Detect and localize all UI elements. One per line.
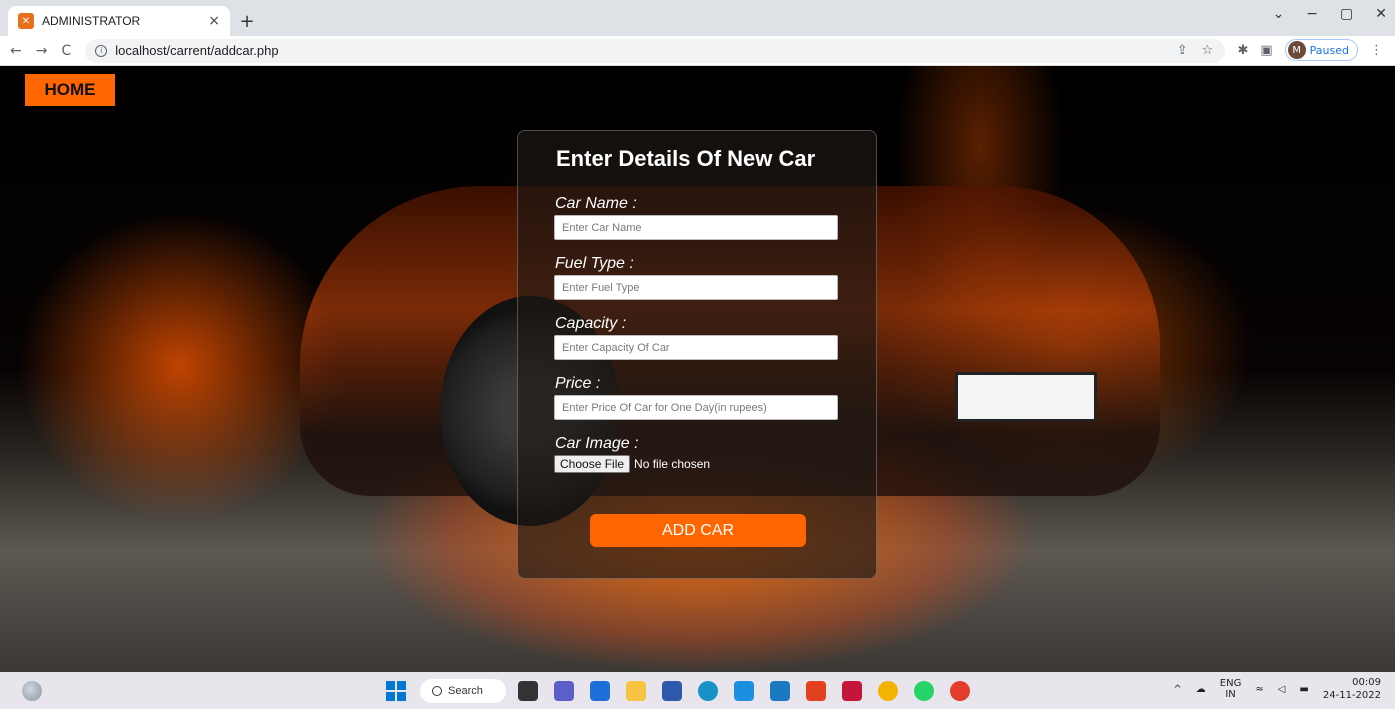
taskview-icon[interactable] [518, 681, 538, 701]
app-icon[interactable] [734, 681, 754, 701]
xampp-icon: ✕ [18, 13, 34, 29]
wifi-icon[interactable]: ≈ [1255, 684, 1263, 695]
capacity-label: Capacity : [555, 315, 627, 332]
url-text[interactable]: localhost/carrent/addcar.php [115, 43, 278, 58]
chrome-profile-icon[interactable] [950, 681, 970, 701]
file-status: No file chosen [634, 457, 711, 471]
browser-tab[interactable]: ✕ ADMINISTRATOR × [8, 6, 230, 36]
chrome-icon[interactable] [878, 681, 898, 701]
close-window-button[interactable]: ✕ [1375, 6, 1387, 22]
license-plate [955, 372, 1097, 422]
edge-icon[interactable] [698, 681, 718, 701]
desktop-icon[interactable] [590, 681, 610, 701]
start-icon[interactable] [386, 681, 406, 701]
extensions-icon[interactable]: ✱ [1237, 43, 1248, 58]
share-icon[interactable]: ⇪ [1177, 43, 1188, 58]
lang-bottom: IN [1225, 689, 1236, 700]
form-title: Enter Details Of New Car [556, 146, 816, 171]
onedrive-icon[interactable]: ☁ [1196, 684, 1206, 695]
profile-button[interactable]: M Paused [1284, 39, 1358, 61]
profile-status: Paused [1309, 43, 1349, 57]
forward-icon[interactable]: → [36, 43, 48, 59]
taskbar-apps [518, 681, 970, 701]
site-info-icon[interactable]: i [95, 44, 108, 57]
clock[interactable]: 00:09 24-11-2022 [1323, 676, 1381, 702]
search-label: Search [448, 685, 483, 697]
store-icon[interactable] [662, 681, 682, 701]
battery-icon[interactable]: ▬ [1299, 684, 1308, 695]
clock-date: 24-11-2022 [1322, 690, 1381, 701]
teams-icon[interactable] [554, 681, 574, 701]
file-input: Choose File No file chosen [554, 455, 710, 473]
system-tray: ^ ☁ ENG IN ≈ ◁ ▬ 00:09 24-11-2022 [1173, 676, 1381, 702]
minimize-button[interactable]: − [1306, 6, 1318, 22]
taskbar: Search ^ ☁ ENG IN ≈ ◁ ▬ 00:09 24-11-2022 [0, 672, 1395, 709]
new-tab-button[interactable]: + [236, 10, 258, 32]
clock-time: 00:09 [1352, 677, 1381, 688]
tray-overflow-icon[interactable]: ^ [1173, 684, 1181, 695]
toolbar-right: ✱ ▣ M Paused ⋮ [1237, 39, 1383, 61]
window-controls: ⌄ − ▢ ✕ [1273, 6, 1387, 22]
reload-icon[interactable]: C [61, 43, 71, 59]
car-name-label: Car Name : [555, 195, 637, 212]
volume-icon[interactable]: ◁ [1278, 684, 1286, 695]
fuel-type-label: Fuel Type : [555, 255, 634, 272]
choose-file-button[interactable]: Choose File [554, 455, 631, 473]
file-explorer-icon[interactable] [626, 681, 646, 701]
add-car-button[interactable]: ADD CAR [590, 514, 806, 547]
browser-tab-bar: ✕ ADMINISTRATOR × + ⌄ − ▢ ✕ [0, 0, 1395, 36]
weather-icon[interactable] [22, 681, 42, 701]
maximize-button[interactable]: ▢ [1340, 6, 1353, 22]
avatar: M [1287, 41, 1306, 59]
mcafee-icon[interactable] [842, 681, 862, 701]
search-icon [432, 686, 442, 696]
tab-close-icon[interactable]: × [208, 13, 220, 29]
page-background: HOME Enter Details Of New Car Car Name :… [0, 66, 1395, 672]
language-indicator[interactable]: ENG IN [1220, 678, 1242, 700]
car-image-label: Car Image : [555, 435, 639, 452]
taskbar-search[interactable]: Search [420, 679, 506, 703]
side-panel-icon[interactable]: ▣ [1260, 43, 1272, 58]
l-app-icon[interactable] [770, 681, 790, 701]
add-car-form: Enter Details Of New Car Car Name : Fuel… [517, 130, 877, 579]
car-name-input[interactable] [554, 215, 838, 240]
address-bar[interactable]: i localhost/carrent/addcar.php ⇪ ☆ [85, 38, 1226, 63]
price-input[interactable] [554, 395, 838, 420]
tab-search-icon[interactable]: ⌄ [1273, 6, 1285, 22]
back-icon[interactable]: ← [10, 43, 22, 59]
bookmark-star-icon[interactable]: ☆ [1202, 43, 1214, 58]
whatsapp-icon[interactable] [914, 681, 934, 701]
office-icon[interactable] [806, 681, 826, 701]
lang-top: ENG [1219, 678, 1242, 689]
menu-icon[interactable]: ⋮ [1370, 43, 1383, 58]
tab-title: ADMINISTRATOR [42, 14, 141, 28]
price-label: Price : [555, 375, 601, 392]
fuel-type-input[interactable] [554, 275, 838, 300]
browser-toolbar: ← → C i localhost/carrent/addcar.php ⇪ ☆… [0, 36, 1395, 66]
home-button[interactable]: HOME [25, 74, 115, 106]
capacity-input[interactable] [554, 335, 838, 360]
